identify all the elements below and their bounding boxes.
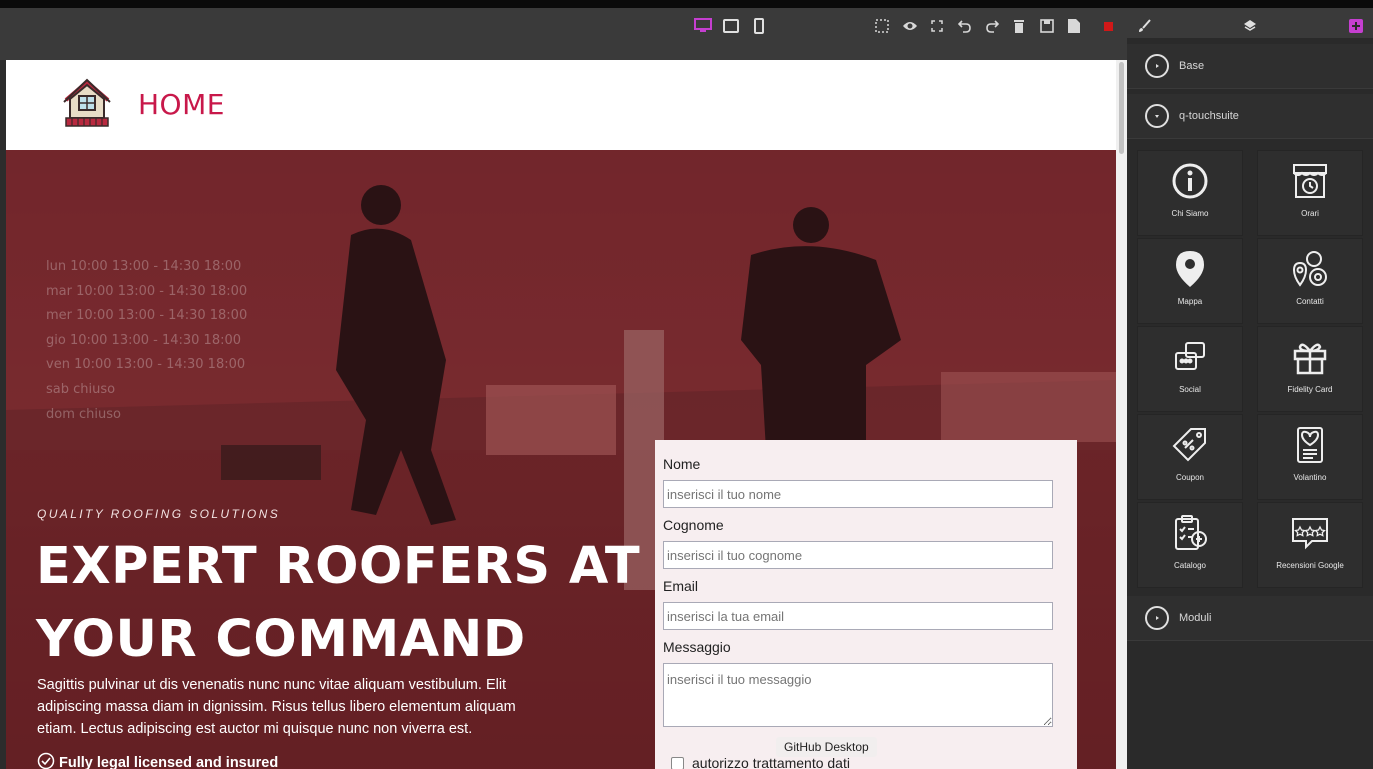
consent-label: autorizzo trattamento dati <box>692 755 850 769</box>
block-label: Chi Siamo <box>1171 209 1209 218</box>
save-icon[interactable] <box>1036 14 1058 38</box>
block-fidelity-card[interactable]: Fidelity Card <box>1257 326 1363 412</box>
map-pin-icon <box>1138 247 1242 291</box>
mobile-icon[interactable] <box>748 14 770 38</box>
chevron-down-icon[interactable] <box>1145 104 1169 128</box>
cognome-label: Cognome <box>663 517 724 533</box>
editor-canvas: HOME lun 10:00 13:00 - 14:30 18:00 mar 1… <box>6 60 1127 769</box>
fullscreen-icon[interactable] <box>926 14 948 38</box>
coupon-tag-icon <box>1138 423 1242 467</box>
block-coupon[interactable]: Coupon <box>1137 414 1243 500</box>
nome-label: Nome <box>663 456 701 472</box>
cognome-input[interactable] <box>663 541 1053 569</box>
hours-row: ven 10:00 13:00 - 14:30 18:00 <box>46 357 246 373</box>
section-moduli[interactable]: Moduli <box>1127 596 1373 641</box>
site-header: HOME <box>6 60 1116 150</box>
tablet-icon[interactable] <box>720 14 742 38</box>
block-chi-siamo[interactable]: Chi Siamo <box>1137 150 1243 236</box>
chevron-right-icon[interactable] <box>1145 606 1169 630</box>
gift-icon <box>1258 335 1362 379</box>
consent-row[interactable]: autorizzo trattamento dati <box>663 755 1059 769</box>
export-icon[interactable] <box>1063 14 1085 38</box>
section-touchsuite-label: q-touchsuite <box>1179 110 1239 122</box>
block-volantino[interactable]: Volantino <box>1257 414 1363 500</box>
hours-row: mar 10:00 13:00 - 14:30 18:00 <box>46 283 248 299</box>
hours-row: gio 10:00 13:00 - 14:30 18:00 <box>46 332 242 348</box>
hero-description: Sagittis pulvinar ut dis venenatis nunc … <box>37 677 516 737</box>
block-label: Contatti <box>1296 297 1324 306</box>
block-label: Recensioni Google <box>1276 561 1344 570</box>
shop-clock-icon <box>1258 159 1362 203</box>
block-contatti[interactable]: Contatti <box>1257 238 1363 324</box>
block-label: Volantino <box>1293 473 1327 482</box>
hours-row: lun 10:00 13:00 - 14:30 18:00 <box>46 259 242 274</box>
hours-row: mer 10:00 13:00 - 14:30 18:00 <box>46 308 248 324</box>
hours-row: dom chiuso <box>46 406 121 422</box>
flyer-icon <box>1258 423 1362 467</box>
block-label: Coupon <box>1175 473 1205 482</box>
chevron-right-icon[interactable] <box>1145 54 1169 78</box>
block-label: Social <box>1179 385 1201 394</box>
feature-item: Fully legal licensed and insured <box>37 752 278 769</box>
site-title: HOME <box>138 88 225 121</box>
section-moduli-label: Moduli <box>1179 612 1212 624</box>
style-brush-icon[interactable] <box>1133 14 1155 38</box>
hero-tagline: QUALITY ROOFING SOLUTIONS <box>37 507 281 521</box>
hero-headline: EXPERT ROOFERS AT YOUR COMMAND <box>36 537 641 669</box>
block-orari[interactable]: Orari <box>1257 150 1363 236</box>
block-recensioni-google[interactable]: Recensioni Google <box>1257 502 1363 588</box>
review-stars-icon <box>1258 511 1362 555</box>
undo-icon[interactable] <box>954 14 976 38</box>
section-base[interactable]: Base <box>1127 44 1373 89</box>
check-circle-icon <box>37 752 55 769</box>
block-social[interactable]: Social <box>1137 326 1243 412</box>
info-icon <box>1138 159 1242 203</box>
canvas-scrollbar[interactable] <box>1116 60 1127 769</box>
social-chat-icon <box>1138 335 1242 379</box>
house-logo-icon <box>62 78 112 128</box>
block-label: Orari <box>1301 209 1319 218</box>
contact-form: Nome Cognome Email Messaggio autorizzo t… <box>655 440 1077 769</box>
block-catalogo[interactable]: Catalogo <box>1137 502 1243 588</box>
hours-row: sab chiuso <box>46 381 116 397</box>
scrollbar-thumb[interactable] <box>1119 62 1124 154</box>
layers-icon[interactable] <box>1239 14 1261 38</box>
messaggio-label: Messaggio <box>663 639 731 655</box>
stop-icon[interactable] <box>1097 14 1119 38</box>
block-label: Fidelity Card <box>1287 385 1333 394</box>
email-label: Email <box>663 578 699 594</box>
messaggio-textarea[interactable] <box>663 663 1053 727</box>
redo-icon[interactable] <box>981 14 1003 38</box>
block-label: Mappa <box>1177 297 1203 306</box>
block-label: Catalogo <box>1173 561 1207 570</box>
opening-hours: lun 10:00 13:00 - 14:30 18:00 mar 10:00 … <box>46 255 247 427</box>
email-input[interactable] <box>663 602 1053 630</box>
blocks-panel: Base q-touchsuite Chi Siamo Orari Mappa … <box>1127 38 1373 769</box>
consent-checkbox[interactable] <box>671 756 684 769</box>
desktop-icon[interactable] <box>692 14 714 38</box>
catalog-clipboard-icon <box>1138 511 1242 555</box>
delete-icon[interactable] <box>1008 14 1030 38</box>
section-base-label: Base <box>1179 60 1205 72</box>
preview-icon[interactable] <box>899 14 921 38</box>
block-mappa[interactable]: Mappa <box>1137 238 1243 324</box>
tooltip: GitHub Desktop <box>776 737 877 757</box>
feature-label: Fully legal licensed and insured <box>59 755 279 769</box>
add-block-icon[interactable] <box>1345 14 1367 38</box>
nome-input[interactable] <box>663 480 1053 508</box>
select-icon[interactable] <box>871 14 893 38</box>
section-touchsuite[interactable]: q-touchsuite <box>1127 94 1373 139</box>
contacts-icon <box>1258 247 1362 291</box>
